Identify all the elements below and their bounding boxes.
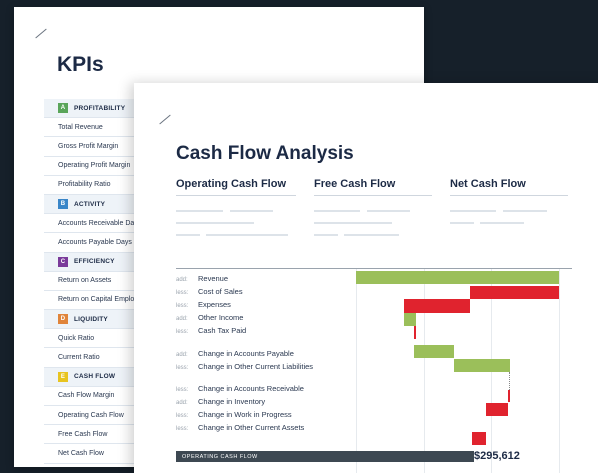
item-prefix: add: [176,277,188,283]
bar-other-current-liabilities [454,359,510,372]
item-prefix: less: [176,387,189,393]
item-label: Change in Accounts Receivable [198,384,304,393]
category-badge: A [58,103,68,114]
cash-flow-card: Cash Flow Analysis Operating Cash Flow F… [134,83,598,473]
operating-cash-flow-value: $295,612 [474,450,520,462]
item-prefix: less: [176,303,189,309]
bar-accounts-receivable [508,390,510,402]
category-label: ACTIVITY [74,200,106,208]
bar-revenue [356,271,559,284]
chart-axis [176,268,572,269]
item-prefix: less: [176,329,189,335]
cash-flow-item: less: Cost of Sales [176,287,243,296]
item-label: Change in Other Current Assets [198,423,305,432]
item-label: Cash Tax Paid [198,326,247,335]
item-label: Change in Accounts Payable [198,349,294,358]
bar-other-current-assets [472,432,486,445]
cash-flow-item: add: Other Income [176,313,243,322]
item-prefix: add: [176,400,188,406]
category-badge: E [58,371,68,382]
cash-flow-item: less: Cash Tax Paid [176,326,246,335]
item-label: Cost of Sales [198,287,243,296]
operating-cash-flow-tag: OPERATING CASH FLOW [176,451,474,462]
placeholder-line [450,222,474,224]
cash-flow-item: less: Change in Accounts Receivable [176,384,304,393]
placeholder-line [344,234,399,236]
slash-mark [159,114,171,125]
cash-flow-item: add: Change in Accounts Payable [176,349,294,358]
item-label: Change in Other Current Liabilities [198,362,314,371]
item-label: Revenue [198,274,229,283]
tab-operating-cash-flow[interactable]: Operating Cash Flow [176,178,296,196]
item-label: Expenses [198,300,231,309]
connector-line [509,372,510,390]
cash-flow-item: less: Expenses [176,300,231,309]
category-label: PROFITABILITY [74,104,126,112]
category-badge: B [58,199,68,210]
kpi-title: KPIs [57,53,104,76]
placeholder-line [314,222,392,224]
grid-line [559,269,560,473]
cash-flow-item: less: Change in Other Current Liabilities [176,362,313,371]
item-prefix: add: [176,316,188,322]
placeholder-line [450,210,496,212]
cash-flow-title: Cash Flow Analysis [176,143,354,164]
bar-cash-tax-paid [414,326,416,339]
category-label: LIQUIDITY [74,315,108,323]
bar-inventory [486,403,508,416]
grid-line [356,269,357,473]
bar-other-income [404,313,416,326]
item-prefix: less: [176,426,189,432]
item-prefix: add: [176,352,188,358]
item-label: Change in Work in Progress [198,410,292,419]
placeholder-line [314,210,360,212]
tab-free-cash-flow[interactable]: Free Cash Flow [314,178,432,196]
category-label: EFFICIENCY [74,258,115,266]
placeholder-line [206,234,288,236]
cash-flow-item: add: Change in Inventory [176,397,265,406]
item-prefix: less: [176,413,189,419]
placeholder-line [176,222,254,224]
bar-cost-of-sales [470,286,559,299]
bar-accounts-payable [414,345,454,358]
placeholder-line [503,210,547,212]
tab-net-cash-flow[interactable]: Net Cash Flow [450,178,568,196]
cash-flow-item: less: Change in Work in Progress [176,410,292,419]
item-prefix: less: [176,365,189,371]
placeholder-line [314,234,338,236]
item-label: Change in Inventory [198,397,266,406]
cash-flow-item: add: Revenue [176,274,228,283]
bar-expenses [404,299,470,313]
placeholder-line [176,210,223,212]
item-prefix: less: [176,290,189,296]
slash-mark [35,28,47,39]
category-label: CASH FLOW [74,373,116,381]
placeholder-line [480,222,524,224]
placeholder-line [230,210,273,212]
placeholder-line [176,234,200,236]
category-badge: C [58,256,68,267]
placeholder-line [367,210,410,212]
cash-flow-item: less: Change in Other Current Assets [176,423,304,432]
category-badge: D [58,314,68,325]
item-label: Other Income [198,313,244,322]
